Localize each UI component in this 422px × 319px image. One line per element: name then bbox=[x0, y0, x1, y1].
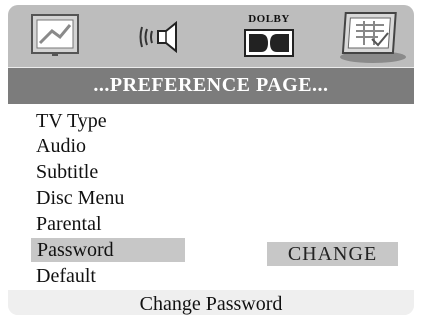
general-setup-icon[interactable] bbox=[30, 13, 80, 57]
help-bar: Change Password bbox=[8, 290, 414, 315]
menu-item-parental[interactable]: Parental bbox=[36, 212, 102, 236]
menu-item-subtitle[interactable]: Subtitle bbox=[36, 160, 98, 184]
menu-item-tv-type[interactable]: TV Type bbox=[36, 109, 107, 133]
dolby-icon[interactable]: DOLBY bbox=[241, 13, 297, 59]
menu-item-password[interactable]: Password bbox=[31, 238, 185, 262]
preference-menu: TV Type Audio Subtitle Disc Menu Parenta… bbox=[8, 104, 414, 290]
osd-setup-panel: DOLBY ...PREFERENCE PAGE... TV Type Audi… bbox=[8, 5, 414, 315]
setup-icon-bar: DOLBY bbox=[8, 5, 414, 67]
audio-setup-icon[interactable] bbox=[138, 19, 188, 55]
menu-item-default[interactable]: Default bbox=[36, 264, 96, 288]
menu-item-audio[interactable]: Audio bbox=[36, 134, 86, 158]
preference-icon[interactable] bbox=[338, 9, 408, 65]
password-change-option[interactable]: CHANGE bbox=[267, 242, 398, 266]
help-text: Change Password bbox=[139, 293, 283, 315]
page-header: ...PREFERENCE PAGE... bbox=[8, 68, 414, 104]
page-title: ...PREFERENCE PAGE... bbox=[93, 74, 329, 96]
menu-item-disc-menu[interactable]: Disc Menu bbox=[36, 186, 124, 210]
